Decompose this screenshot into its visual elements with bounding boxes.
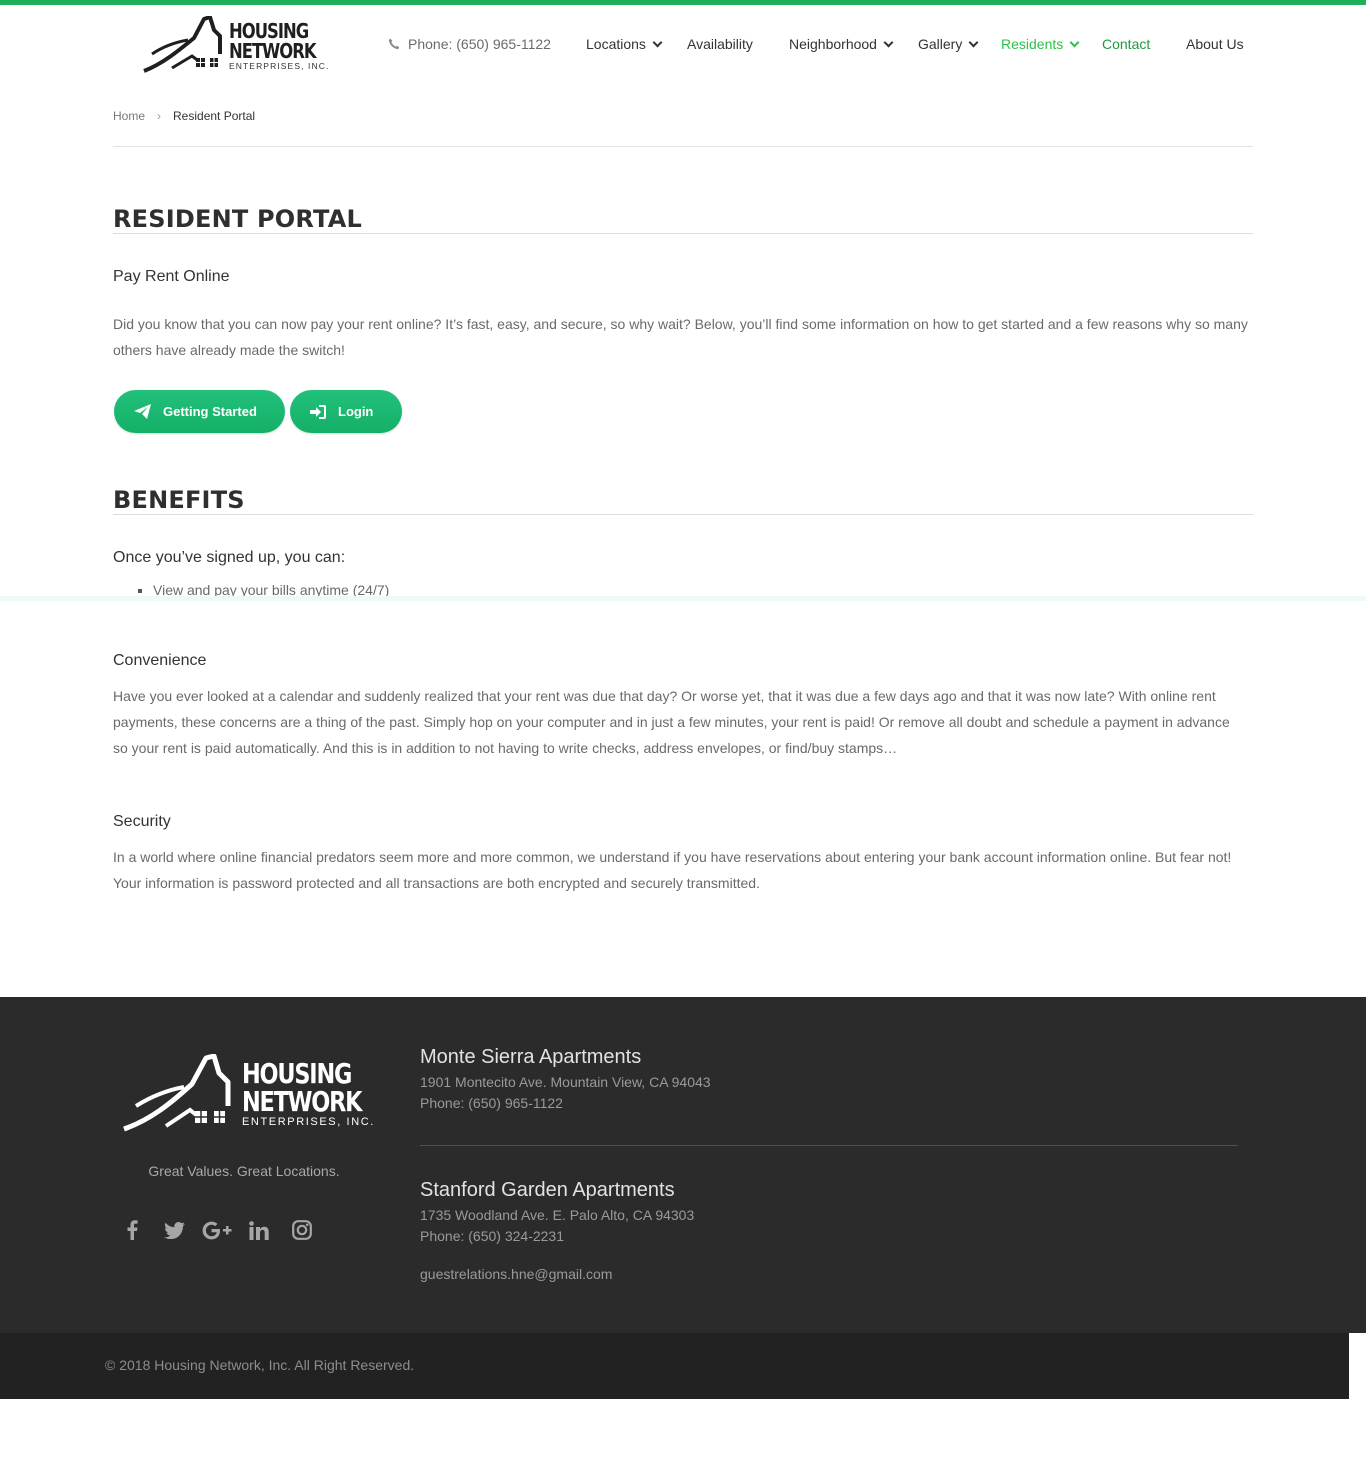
convenience-text: Have you ever looked at a calendar and s… xyxy=(113,688,1230,756)
benefits-underline xyxy=(113,514,1253,515)
location-1-address: 1901 Montecito Ave. Mountain View, CA 94… xyxy=(420,1074,711,1090)
title-underline xyxy=(113,233,1253,234)
footer-logo-line2: NETWORK xyxy=(242,1085,362,1118)
list-bullet xyxy=(138,589,142,593)
nav-locations-label: Locations xyxy=(586,36,646,52)
nav-residents[interactable]: Residents xyxy=(1001,36,1080,52)
footer-logo[interactable]: HOUSING NETWORK ENTERPRISES, INC. xyxy=(122,1053,373,1134)
nav-about-us-label: About Us xyxy=(1186,36,1244,52)
facebook-icon[interactable] xyxy=(121,1219,143,1241)
footer-divider xyxy=(420,1145,1238,1146)
nav-gallery-label: Gallery xyxy=(918,36,963,52)
nav-contact-label: Contact xyxy=(1102,36,1151,52)
chevron-down-icon xyxy=(652,37,663,48)
nav-contact[interactable]: Contact xyxy=(1102,36,1150,52)
convenience-heading: Convenience xyxy=(113,652,207,669)
chevron-down-icon xyxy=(968,37,979,48)
breadcrumb-current: Resident Portal xyxy=(173,109,256,123)
paper-plane-icon xyxy=(134,404,151,419)
breadcrumb-home-link[interactable]: Home xyxy=(113,109,145,123)
nav-locations[interactable]: Locations xyxy=(586,36,663,52)
chevron-down-icon xyxy=(883,37,894,48)
phone-icon xyxy=(388,38,400,50)
linkedin-icon[interactable] xyxy=(248,1219,270,1241)
login-button[interactable]: Login xyxy=(290,390,402,433)
google-plus-icon[interactable] xyxy=(201,1219,233,1241)
breadcrumb-divider xyxy=(113,146,1253,147)
logo-line1: HOUSING xyxy=(229,19,309,43)
location-2-phone[interactable]: Phone: (650) 324-2231 xyxy=(420,1228,564,1244)
location-2-address: 1735 Woodland Ave. E. Palo Alto, CA 9430… xyxy=(420,1207,695,1223)
security-text: In a world where online financial predat… xyxy=(113,849,1232,891)
section-divider-stripe xyxy=(0,596,1366,601)
breadcrumb-separator: › xyxy=(157,109,162,123)
site-logo[interactable]: HOUSING NETWORK ENTERPRISES, INC. xyxy=(142,16,328,74)
breadcrumb: Home › Resident Portal xyxy=(113,109,255,123)
footer-logo-house-icon xyxy=(123,1053,231,1132)
footer-logo-line1: HOUSING xyxy=(242,1057,352,1090)
benefits-intro: Once you’ve signed up, you can: xyxy=(113,549,346,566)
getting-started-label: Getting Started xyxy=(163,404,257,419)
logo-line3: ENTERPRISES, INC. xyxy=(229,61,330,71)
login-label: Login xyxy=(338,404,374,419)
location-1-phone[interactable]: Phone: (650) 965-1122 xyxy=(420,1095,563,1111)
footer-tagline: Great Values. Great Locations. xyxy=(148,1163,340,1179)
top-accent-bar xyxy=(0,0,1366,5)
location-1-name: Monte Sierra Apartments xyxy=(420,1046,642,1068)
nav-availability[interactable]: Availability xyxy=(687,36,753,52)
location-2-name: Stanford Garden Apartments xyxy=(420,1179,675,1201)
nav-neighborhood[interactable]: Neighborhood xyxy=(789,36,894,52)
pay-rent-heading: Pay Rent Online xyxy=(113,268,230,285)
instagram-icon[interactable] xyxy=(291,1219,313,1241)
nav-residents-label: Residents xyxy=(1001,36,1064,52)
logo-house-icon xyxy=(143,16,222,73)
header-phone-text: Phone: (650) 965-1122 xyxy=(408,36,551,52)
portal-intro-text: Did you know that you can now pay your r… xyxy=(113,316,1248,358)
logo-line2: NETWORK xyxy=(229,39,317,63)
header-phone[interactable]: Phone: (650) 965-1122 xyxy=(388,36,551,52)
twitter-icon[interactable] xyxy=(163,1219,185,1241)
footer-email-link[interactable]: guestrelations.hne@gmail.com xyxy=(420,1266,612,1282)
copyright-text: © 2018 Housing Network, Inc. All Right R… xyxy=(105,1357,415,1373)
benefits-title: BENEFITS xyxy=(113,486,245,514)
nav-availability-label: Availability xyxy=(687,36,753,52)
chevron-down-icon xyxy=(1069,37,1080,48)
getting-started-button[interactable]: Getting Started xyxy=(114,390,285,433)
nav-neighborhood-label: Neighborhood xyxy=(789,36,877,52)
page-title: RESIDENT PORTAL xyxy=(113,205,362,233)
footer-logo-line3: ENTERPRISES, INC. xyxy=(242,1116,375,1128)
nav-about-us[interactable]: About Us xyxy=(1186,36,1244,52)
security-heading: Security xyxy=(113,813,171,830)
sign-in-icon xyxy=(310,404,326,419)
nav-gallery[interactable]: Gallery xyxy=(918,36,979,52)
